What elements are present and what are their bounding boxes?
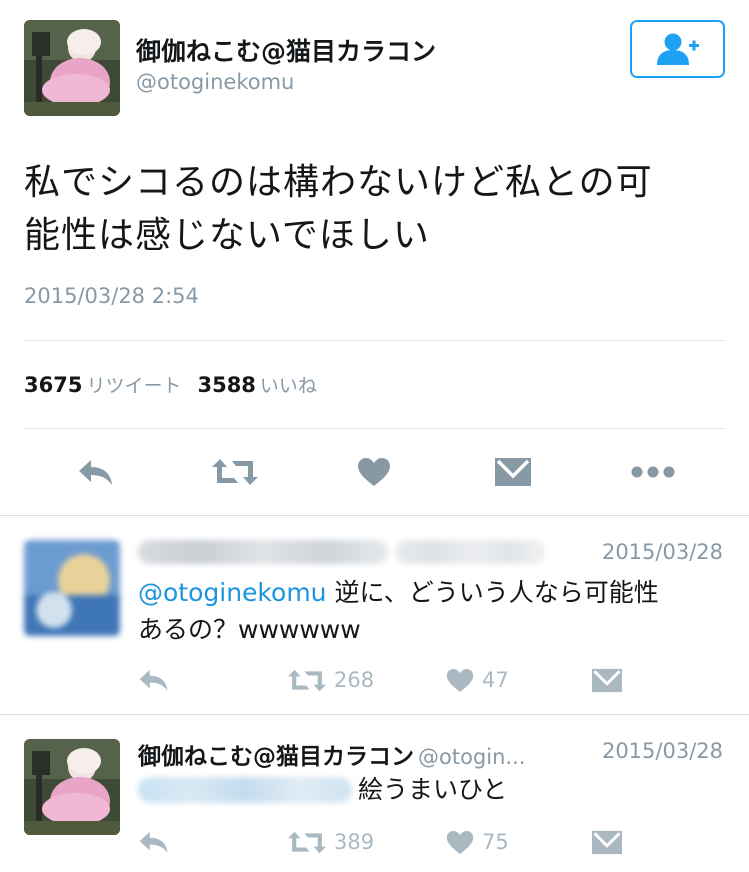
retweet-count[interactable]: 3675	[24, 373, 82, 397]
reply-reply-button[interactable]	[138, 663, 170, 697]
tweet-text: 私でシコるのは構わないけど私との可 能性は感じないでほしい	[24, 156, 724, 262]
retweet-icon	[288, 669, 326, 691]
like-button[interactable]	[354, 450, 394, 494]
message-icon	[592, 668, 622, 692]
reply-retweet-button[interactable]: 268	[288, 663, 374, 697]
reply-like-count: 75	[482, 830, 509, 854]
reply-tweet[interactable]: 御伽ねこむ@猫目カラコン @otogin... 2015/03/28 絵うまいひと…	[0, 715, 749, 872]
tweet-header: 御伽ねこむ@猫目カラコン @otoginekomu	[24, 20, 725, 116]
tweet-text-line: 私でシコるのは構わないけど私との可	[24, 162, 653, 203]
reply-author-name[interactable]	[138, 540, 388, 564]
reply-text-part: 逆に、どういう人なら可能性	[326, 578, 659, 607]
reply-author[interactable]: 御伽ねこむ@猫目カラコン @otogin...	[138, 737, 525, 771]
reply-retweet-count: 268	[334, 668, 375, 692]
tweet-timestamp: 2015/03/28 2:54	[24, 284, 199, 308]
author-handle[interactable]: @otoginekomu	[136, 70, 294, 94]
reply-avatar[interactable]	[24, 540, 120, 636]
retweet-icon	[212, 459, 258, 485]
message-icon	[495, 458, 531, 486]
reply-like-button[interactable]: 47	[446, 663, 509, 697]
reply-actions: 389 75	[0, 825, 749, 859]
reply-reply-button[interactable]	[138, 825, 170, 859]
reply-icon	[139, 669, 168, 691]
reply-like-count: 47	[482, 668, 509, 692]
follow-button[interactable]	[630, 20, 725, 78]
mention-link[interactable]: @otoginekomu	[138, 578, 327, 607]
reply-message-button[interactable]	[592, 825, 622, 859]
more-icon	[631, 466, 675, 478]
reply-retweet-count: 389	[334, 830, 375, 854]
avatar[interactable]	[24, 20, 120, 116]
reply-retweet-button[interactable]: 389	[288, 825, 374, 859]
retweet-label[interactable]: リツイート	[86, 375, 181, 397]
reply-author-handle[interactable]	[396, 540, 546, 564]
reply-text: 絵うまいひと	[358, 775, 508, 804]
reply-like-button[interactable]: 75	[446, 825, 509, 859]
tweet-text-line: 能性は感じないでほしい	[24, 215, 430, 256]
reply-text-line: あるの？wwwwww	[138, 615, 361, 644]
reply-button[interactable]	[74, 450, 118, 494]
reply-tweet[interactable]: 2015/03/28 @otoginekomu 逆に、どういう人なら可能性 ある…	[0, 516, 749, 714]
reply-text: @otoginekomu 逆に、どういう人なら可能性 あるの？wwwwww	[138, 574, 718, 648]
message-button[interactable]	[492, 450, 534, 494]
reply-author-handle[interactable]: @otogin...	[418, 745, 525, 769]
reply-avatar[interactable]	[24, 739, 120, 835]
reply-icon	[139, 831, 168, 853]
retweet-icon	[288, 831, 326, 853]
reply-date: 2015/03/28	[601, 540, 723, 564]
reply-mention-link[interactable]	[138, 777, 352, 803]
reply-text-line: @otoginekomu 逆に、どういう人なら可能性	[138, 574, 718, 611]
reply-date: 2015/03/28	[601, 739, 723, 763]
reply-message-button[interactable]	[592, 663, 622, 697]
like-count[interactable]: 3588	[197, 373, 255, 397]
like-icon	[446, 830, 474, 854]
reply-author-name[interactable]: 御伽ねこむ@猫目カラコン	[138, 744, 414, 770]
like-label[interactable]: いいね	[260, 375, 317, 397]
tweet-stats: 3675 リツイート 3588 いいね	[24, 371, 333, 398]
divider	[24, 340, 725, 341]
like-icon	[358, 458, 390, 486]
more-button[interactable]	[630, 450, 676, 494]
follow-icon	[656, 33, 699, 65]
divider	[24, 428, 725, 429]
author-name[interactable]: 御伽ねこむ@猫目カラコン	[136, 32, 436, 68]
like-icon	[446, 668, 474, 692]
reply-actions: 268 47	[0, 663, 749, 697]
reply-icon	[79, 460, 112, 485]
message-icon	[592, 830, 622, 854]
tweet-actions	[0, 450, 749, 494]
retweet-button[interactable]	[210, 450, 260, 494]
